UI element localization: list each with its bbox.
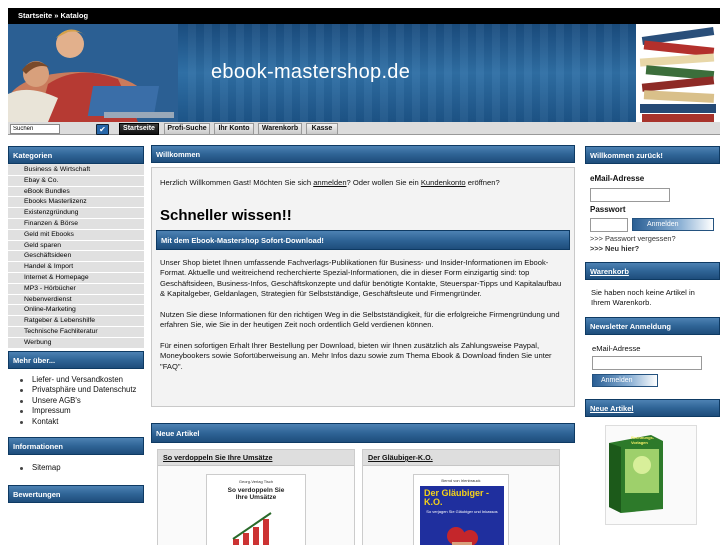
product-card[interactable]: Der Gläubiger-K.O. Bernd von Irlenbrauck…	[362, 449, 560, 545]
tab-startseite[interactable]: Startseite	[119, 123, 159, 135]
search-go-button[interactable]: ✔	[96, 124, 109, 135]
search-input[interactable]	[10, 124, 60, 134]
reviews-heading: Bewertungen	[8, 484, 144, 503]
more-about-list: Liefer- und Versandkosten Privatsphäre u…	[8, 368, 144, 434]
category-item[interactable]: Business & Wirtschaft	[8, 165, 144, 176]
category-item[interactable]: Technische Fachliteratur	[8, 326, 144, 338]
download-heading: Mit dem Ebook-Mastershop Sofort-Download…	[156, 229, 570, 250]
forgot-password-link[interactable]: >>> Passwort vergessen?	[590, 234, 716, 243]
banner-books-image	[636, 24, 720, 122]
sitemap-link[interactable]: Sitemap	[20, 463, 144, 474]
terms-link[interactable]: Unsere AGB's	[20, 396, 144, 407]
welcome-heading: Willkommen	[151, 145, 575, 163]
welcome-back-heading: Willkommen zurück!	[585, 146, 720, 164]
category-item[interactable]: Geld mit Ebooks	[8, 229, 144, 241]
newsletter-box: eMail-Adresse Anmelden	[585, 335, 720, 391]
newsletter-heading: Newsletter Anmeldung	[585, 317, 720, 335]
tab-kasse[interactable]: Kasse	[306, 123, 338, 135]
category-item[interactable]: Nebenverdienst	[8, 294, 144, 306]
category-item[interactable]: Ebooks Masterlizenz	[8, 197, 144, 209]
category-item[interactable]: Existenzgründung	[8, 208, 144, 219]
information-heading: Informationen	[8, 437, 144, 456]
category-item[interactable]: MP3 - Hörbücher	[8, 283, 144, 295]
login-box: eMail-Adresse Passwort Anmelden >>> Pass…	[585, 164, 720, 259]
category-item[interactable]: eBook Bundles	[8, 186, 144, 198]
shipping-link[interactable]: Liefer- und Versandkosten	[20, 375, 144, 386]
welcome-panel: Herzlich Willkommen Gast! Möchten Sie si…	[151, 167, 575, 407]
site-title: ebook-mastershop.de	[211, 61, 411, 83]
cart-heading[interactable]: Warenkorb	[585, 262, 720, 280]
category-list: Business & Wirtschaft Ebay & Co. eBook B…	[8, 164, 144, 349]
intro-paragraph: Unser Shop bietet Ihnen umfassende Fachv…	[160, 257, 562, 299]
category-item[interactable]: Finanzen & Börse	[8, 218, 144, 230]
product-title[interactable]: So verdoppeln Sie Ihre Umsätze	[158, 450, 354, 466]
category-item[interactable]: Online-Marketing	[8, 305, 144, 317]
imprint-link[interactable]: Impressum	[20, 406, 144, 417]
left-sidebar: Kategorien Business & Wirtschaft Ebay & …	[8, 146, 144, 503]
product-chart-image	[232, 512, 272, 545]
welcome-text: Herzlich Willkommen Gast! Möchten Sie si…	[160, 178, 500, 187]
category-item[interactable]: Werbung	[8, 337, 144, 349]
category-item[interactable]: Handel & Import	[8, 262, 144, 273]
product-title[interactable]: Der Gläubiger-K.O.	[363, 450, 559, 466]
category-item[interactable]: Geld sparen	[8, 240, 144, 252]
new-articles-side-heading[interactable]: Neue Artikel	[585, 399, 720, 417]
page: Startseite » Katalog ebook-mastershop.de	[0, 0, 727, 545]
self-employment-paragraph: Nutzen Sie diese Informationen für den r…	[160, 309, 560, 330]
category-item[interactable]: Ratgeber & Lebenshilfe	[8, 316, 144, 327]
new-articles-heading: Neue Artikel	[151, 423, 575, 443]
newsletter-email-field[interactable]	[592, 356, 702, 370]
category-item[interactable]: Internet & Homepage	[8, 272, 144, 284]
side-product-cover-image	[609, 435, 663, 513]
product-boxer-image	[447, 527, 478, 545]
password-field[interactable]	[590, 218, 628, 232]
headline: Schneller wissen!!	[160, 206, 292, 224]
categories-heading: Kategorien	[8, 146, 144, 164]
tab-warenkorb[interactable]: Warenkorb	[258, 123, 302, 135]
product-cover-umsaetze[interactable]: Georg-Verlag Tisch So verdoppeln Sie Ihr…	[206, 474, 306, 545]
login-button[interactable]: Anmelden	[632, 218, 714, 231]
password-label: Passwort	[590, 205, 626, 214]
nav-bar: ✔ Startseite Profi-Suche Ihr Konto Waren…	[8, 122, 720, 135]
right-sidebar: Willkommen zurück! eMail-Adresse Passwor…	[585, 146, 720, 527]
register-link[interactable]: >>> Neu hier?	[590, 244, 716, 253]
newsletter-subscribe-button[interactable]: Anmelden	[592, 374, 658, 387]
side-product[interactable]: Rechnungs-Vorlagen	[585, 417, 720, 527]
banner-people-image	[8, 24, 178, 122]
category-item[interactable]: Ebay & Co.	[8, 175, 144, 187]
payment-paragraph: Für einen sofortigen Erhalt Ihrer Bestel…	[160, 340, 552, 371]
contact-link[interactable]: Kontakt	[20, 417, 144, 428]
category-item[interactable]: Geschäftsideen	[8, 251, 144, 263]
main-content: Willkommen Herzlich Willkommen Gast! Möc…	[151, 145, 575, 545]
email-field[interactable]	[590, 188, 670, 202]
breadcrumb[interactable]: Startseite » Katalog	[8, 8, 720, 24]
product-card[interactable]: So verdoppeln Sie Ihre Umsätze Georg-Ver…	[157, 449, 355, 545]
new-articles-grid: So verdoppeln Sie Ihre Umsätze Georg-Ver…	[151, 443, 575, 545]
header-banner: ebook-mastershop.de	[8, 24, 720, 122]
information-list: Sitemap	[8, 455, 144, 482]
product-cover-glaeubiger[interactable]: Bernd von Irlenbrauck Der Gläubiger - K.…	[413, 474, 509, 545]
login-link[interactable]: anmelden	[313, 178, 346, 187]
tab-profi-suche[interactable]: Profi-Suche	[164, 123, 210, 135]
cart-empty-text: Sie haben noch keine Artikel in Ihrem Wa…	[585, 280, 720, 316]
tab-ihr-konto[interactable]: Ihr Konto	[214, 123, 254, 135]
more-about-heading: Mehr über...	[8, 350, 144, 369]
email-label: eMail-Adresse	[590, 174, 645, 183]
newsletter-email-label: eMail-Adresse	[592, 344, 641, 353]
create-account-link[interactable]: Kundenkonto	[421, 178, 466, 187]
privacy-link[interactable]: Privatsphäre und Datenschutz	[20, 385, 144, 396]
